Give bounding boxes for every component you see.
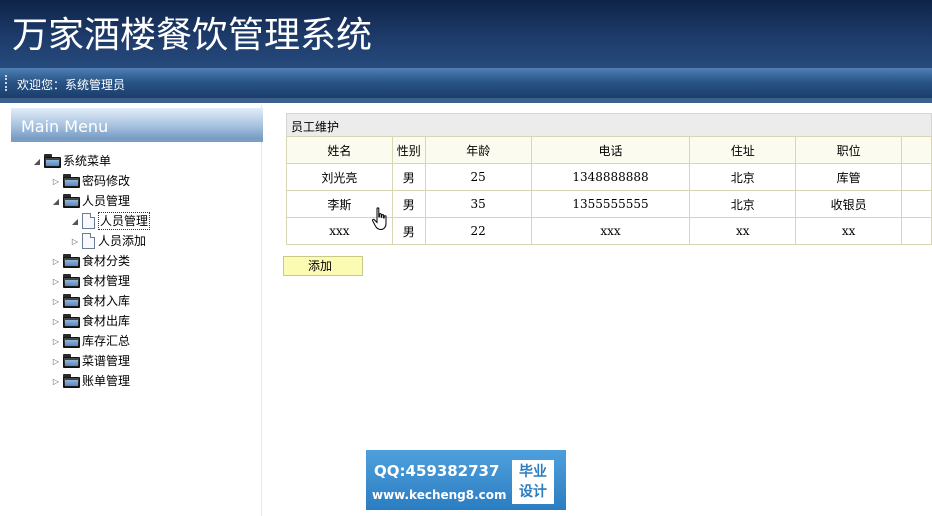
collapsed-triangle-icon[interactable]: ▷ — [49, 251, 63, 271]
watermark-badge-line1: 毕业 — [519, 464, 547, 480]
tree-item-stock-summary[interactable]: ▷ 库存汇总 — [49, 331, 130, 351]
folder-icon — [63, 334, 80, 348]
tree-item-password[interactable]: ▷ 密码修改 — [49, 171, 130, 191]
sidebar: Main Menu ◢ 系统菜单 ▷ 密码修改 ◢ 人员管理 ◢ 人员管理 ▷ — [4, 105, 263, 516]
tree-item-menu-manage[interactable]: ▷ 菜谱管理 — [49, 351, 130, 371]
watermark-badge: 毕业 设计 — [512, 460, 554, 504]
folder-icon — [63, 294, 80, 308]
column-header-extra — [901, 136, 932, 164]
tree-item-ingredient-category[interactable]: ▷ 食材分类 — [49, 251, 130, 271]
cell-name: 刘光亮 — [286, 163, 393, 191]
column-header: 住址 — [689, 136, 797, 164]
document-icon — [82, 233, 95, 249]
watermark-badge-line2: 设计 — [519, 484, 547, 500]
cell-position: 库管 — [795, 163, 903, 191]
cell-phone: 1348888888 — [530, 163, 691, 191]
app-title: 万家酒楼餐饮管理系统 — [12, 15, 373, 56]
tree-item-ingredient-in[interactable]: ▷ 食材入库 — [49, 291, 130, 311]
cell-phone: xxx — [530, 217, 691, 245]
header-divider — [0, 98, 932, 103]
menu-tree: ◢ 系统菜单 ▷ 密码修改 ◢ 人员管理 ◢ 人员管理 ▷ 人员添加 ▷ 食材分… — [4, 105, 262, 405]
expanded-triangle-icon[interactable]: ◢ — [30, 151, 44, 171]
cell-position: 收银员 — [795, 190, 903, 218]
folder-icon — [63, 194, 80, 208]
cell-gender: 男 — [391, 217, 426, 245]
collapsed-triangle-icon[interactable]: ▷ — [49, 371, 63, 391]
collapsed-triangle-icon[interactable]: ▷ — [49, 311, 63, 331]
cell-gender: 男 — [391, 163, 426, 191]
tree-item-label: 人员添加 — [98, 234, 147, 248]
folder-icon — [63, 354, 80, 368]
column-header: 年龄 — [424, 136, 532, 164]
table-header-row: 姓名 性别 年龄 电话 住址 职位 — [286, 136, 932, 164]
folder-icon — [63, 274, 80, 288]
folder-icon — [63, 174, 80, 188]
watermark-url: www.kecheng8.com — [372, 488, 507, 502]
cell-gender: 男 — [391, 190, 426, 218]
column-header: 姓名 — [286, 136, 393, 164]
table-row[interactable]: 刘光亮 男 25 1348888888 北京 库管 — [286, 163, 932, 191]
add-button[interactable]: 添加 — [283, 256, 363, 276]
folder-icon — [44, 154, 61, 168]
expanded-triangle-icon[interactable]: ◢ — [68, 211, 82, 231]
tree-item-label: 人员管理 — [98, 212, 151, 230]
welcome-bar: 欢迎您：系统管理员 — [0, 68, 932, 98]
tree-item-ingredient-manage[interactable]: ▷ 食材管理 — [49, 271, 130, 291]
panel-title: 员工维护 — [291, 120, 340, 134]
watermark-qq: QQ:459382737 — [374, 462, 500, 480]
tree-item-label: 食材管理 — [82, 274, 131, 288]
panel-header: 员工维护 — [286, 113, 932, 137]
folder-icon — [63, 374, 80, 388]
tree-item-bill-manage[interactable]: ▷ 账单管理 — [49, 371, 130, 391]
tree-item-label: 人员管理 — [82, 194, 131, 208]
expanded-triangle-icon[interactable]: ◢ — [49, 191, 63, 211]
tree-item-label: 菜谱管理 — [82, 354, 131, 368]
collapsed-triangle-icon[interactable]: ▷ — [68, 231, 82, 251]
cell-address: 北京 — [689, 163, 797, 191]
cell-extra — [901, 190, 932, 218]
collapsed-triangle-icon[interactable]: ▷ — [49, 271, 63, 291]
document-icon — [82, 213, 95, 229]
cell-age: 35 — [424, 190, 532, 218]
grip-dots-icon — [5, 75, 7, 91]
column-header: 电话 — [530, 136, 691, 164]
cell-address: 北京 — [689, 190, 797, 218]
tree-root-label: 系统菜单 — [63, 154, 112, 168]
column-header: 职位 — [795, 136, 903, 164]
cell-phone: 1355555555 — [530, 190, 691, 218]
collapsed-triangle-icon[interactable]: ▷ — [49, 331, 63, 351]
collapsed-triangle-icon[interactable]: ▷ — [49, 291, 63, 311]
watermark-banner: QQ:459382737 www.kecheng8.com 毕业 设计 — [366, 450, 566, 510]
tree-item-label: 食材入库 — [82, 294, 131, 308]
tree-item-ingredient-out[interactable]: ▷ 食材出库 — [49, 311, 130, 331]
cell-extra — [901, 217, 932, 245]
hand-cursor-icon — [372, 207, 387, 231]
tree-item-label: 食材分类 — [82, 254, 131, 268]
folder-icon — [63, 314, 80, 328]
cell-address: xx — [689, 217, 797, 245]
app-header: 万家酒楼餐饮管理系统 — [0, 0, 932, 68]
welcome-text: 欢迎您：系统管理员 — [17, 78, 126, 92]
tree-item-label: 库存汇总 — [82, 334, 131, 348]
cell-position: xx — [795, 217, 903, 245]
tree-item-label: 食材出库 — [82, 314, 131, 328]
collapsed-triangle-icon[interactable]: ▷ — [49, 351, 63, 371]
tree-item-label: 密码修改 — [82, 174, 131, 188]
cell-extra — [901, 163, 932, 191]
cell-age: 25 — [424, 163, 532, 191]
folder-icon — [63, 254, 80, 268]
tree-item-staff[interactable]: ◢ 人员管理 — [49, 191, 130, 211]
tree-root[interactable]: ◢ 系统菜单 — [30, 151, 111, 171]
tree-item-label: 账单管理 — [82, 374, 131, 388]
cell-age: 22 — [424, 217, 532, 245]
column-header: 性别 — [391, 136, 426, 164]
tree-item-staff-manage[interactable]: ◢ 人员管理 — [68, 211, 151, 231]
tree-item-staff-add[interactable]: ▷ 人员添加 — [68, 231, 146, 251]
collapsed-triangle-icon[interactable]: ▷ — [49, 171, 63, 191]
